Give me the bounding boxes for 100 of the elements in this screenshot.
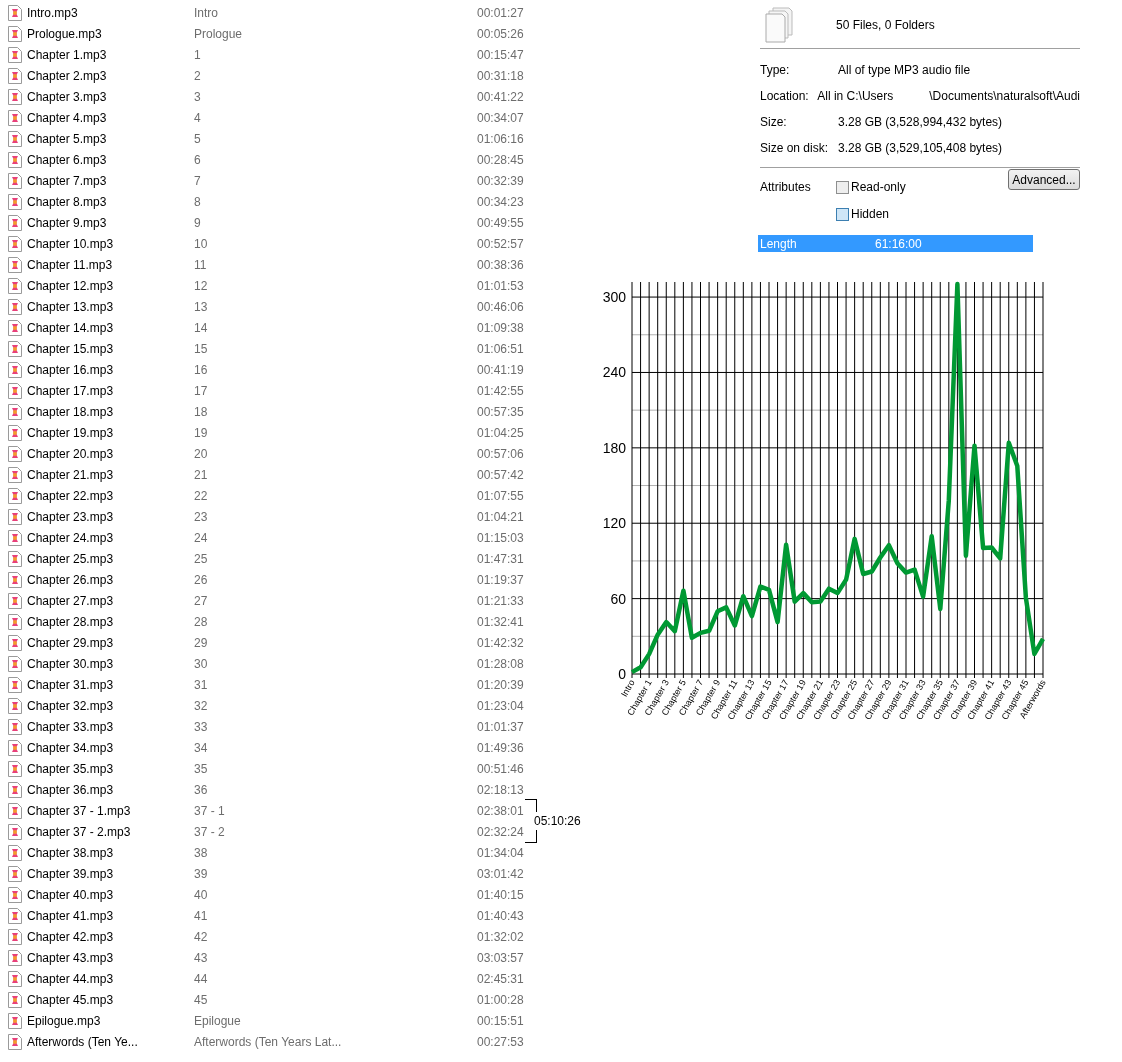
file-length: 01:06:51 — [477, 340, 524, 358]
length-value: 61:16:00 — [875, 235, 922, 253]
property-value: 3.28 GB (3,528,994,432 bytes) — [838, 114, 1003, 131]
file-title: 9 — [194, 214, 202, 232]
property-value: 3.28 GB (3,529,105,408 bytes) — [838, 140, 1003, 157]
audio-file-icon — [8, 844, 22, 861]
file-length: 01:32:02 — [477, 928, 524, 946]
file-name[interactable]: Chapter 35.mp3 — [27, 759, 194, 778]
file-length: 00:38:36 — [477, 256, 524, 274]
file-name[interactable]: Prologue.mp3 — [27, 24, 194, 43]
file-name[interactable]: Chapter 15.mp3 — [27, 339, 194, 358]
y-axis-label: 120 — [602, 515, 626, 532]
file-title: 25 — [194, 550, 209, 568]
file-name[interactable]: Chapter 23.mp3 — [27, 507, 194, 526]
file-title: 32 — [194, 697, 209, 715]
audio-file-icon — [8, 529, 22, 546]
file-name[interactable]: Chapter 20.mp3 — [27, 444, 194, 463]
file-length: 00:51:46 — [477, 760, 524, 778]
file-name[interactable]: Chapter 30.mp3 — [27, 654, 194, 673]
file-name[interactable]: Chapter 33.mp3 — [27, 717, 194, 736]
file-name[interactable]: Chapter 38.mp3 — [27, 843, 194, 862]
file-title: 23 — [194, 508, 209, 526]
file-length: 00:57:35 — [477, 403, 524, 421]
checkbox[interactable] — [836, 207, 849, 221]
file-name[interactable]: Chapter 36.mp3 — [27, 780, 194, 799]
file-name[interactable]: Chapter 7.mp3 — [27, 171, 194, 190]
file-name[interactable]: Chapter 3.mp3 — [27, 87, 194, 106]
audio-file-icon — [8, 25, 22, 42]
file-length: 01:01:53 — [477, 277, 524, 295]
checkbox[interactable] — [836, 180, 849, 194]
file-name[interactable]: Chapter 44.mp3 — [27, 969, 194, 988]
file-name[interactable]: Chapter 2.mp3 — [27, 66, 194, 85]
file-name[interactable]: Chapter 9.mp3 — [27, 213, 194, 232]
file-title: 38 — [194, 844, 209, 862]
advanced-button[interactable]: Advanced... — [1008, 169, 1080, 190]
file-name[interactable]: Chapter 26.mp3 — [27, 570, 194, 589]
file-length: 01:04:21 — [477, 508, 524, 526]
file-length: 01:04:25 — [477, 424, 524, 442]
file-name[interactable]: Chapter 34.mp3 — [27, 738, 194, 757]
audio-file-icon — [8, 382, 22, 399]
audio-file-icon — [8, 991, 22, 1008]
file-name[interactable]: Chapter 40.mp3 — [27, 885, 194, 904]
file-name[interactable]: Chapter 6.mp3 — [27, 150, 194, 169]
file-name[interactable]: Chapter 8.mp3 — [27, 192, 194, 211]
file-name[interactable]: Chapter 17.mp3 — [27, 381, 194, 400]
file-title: 17 — [194, 382, 209, 400]
audio-file-icon — [8, 130, 22, 147]
file-title: 34 — [194, 739, 209, 757]
file-length: 01:21:33 — [477, 592, 524, 610]
file-title: Intro — [194, 4, 219, 22]
audio-file-icon — [8, 907, 22, 924]
file-name[interactable]: Chapter 39.mp3 — [27, 864, 194, 883]
file-name[interactable]: Chapter 31.mp3 — [27, 675, 194, 694]
file-name[interactable]: Chapter 4.mp3 — [27, 108, 194, 127]
file-name[interactable]: Epilogue.mp3 — [27, 1011, 194, 1030]
file-name[interactable]: Intro.mp3 — [27, 3, 194, 22]
file-name[interactable]: Chapter 22.mp3 — [27, 486, 194, 505]
file-name[interactable]: Chapter 10.mp3 — [27, 234, 194, 253]
file-name[interactable]: Chapter 11.mp3 — [27, 255, 194, 274]
file-title: 22 — [194, 487, 209, 505]
file-name[interactable]: Chapter 14.mp3 — [27, 318, 194, 337]
file-title: 45 — [194, 991, 209, 1009]
file-length: 00:28:45 — [477, 151, 524, 169]
file-name[interactable]: Chapter 21.mp3 — [27, 465, 194, 484]
file-name[interactable]: Chapter 37 - 2.mp3 — [27, 822, 194, 841]
audio-file-icon — [8, 88, 22, 105]
file-title: 24 — [194, 529, 209, 547]
file-name[interactable]: Chapter 13.mp3 — [27, 297, 194, 316]
audio-file-icon — [8, 550, 22, 567]
audio-file-icon — [8, 340, 22, 357]
file-name[interactable]: Chapter 43.mp3 — [27, 948, 194, 967]
file-name[interactable]: Chapter 5.mp3 — [27, 129, 194, 148]
y-axis-label: 60 — [610, 590, 626, 607]
file-name[interactable]: Chapter 18.mp3 — [27, 402, 194, 421]
file-title: 21 — [194, 466, 209, 484]
audio-file-icon — [8, 802, 22, 819]
file-name[interactable]: Chapter 37 - 1.mp3 — [27, 801, 194, 820]
file-name[interactable]: Chapter 45.mp3 — [27, 990, 194, 1009]
file-title: 18 — [194, 403, 209, 421]
file-title: 6 — [194, 151, 202, 169]
file-name[interactable]: Chapter 12.mp3 — [27, 276, 194, 295]
file-name[interactable]: Chapter 28.mp3 — [27, 612, 194, 631]
file-name[interactable]: Chapter 29.mp3 — [27, 633, 194, 652]
file-name[interactable]: Chapter 42.mp3 — [27, 927, 194, 946]
audio-file-icon — [8, 445, 22, 462]
file-name[interactable]: Chapter 41.mp3 — [27, 906, 194, 925]
audio-file-icon — [8, 865, 22, 882]
file-name[interactable]: Chapter 19.mp3 — [27, 423, 194, 442]
file-name[interactable]: Afterwords (Ten Ye... — [27, 1032, 194, 1051]
file-name[interactable]: Chapter 1.mp3 — [27, 45, 194, 64]
file-title: 36 — [194, 781, 209, 799]
file-name[interactable]: Chapter 16.mp3 — [27, 360, 194, 379]
y-axis-label: 0 — [618, 666, 626, 682]
file-name[interactable]: Chapter 24.mp3 — [27, 528, 194, 547]
file-name[interactable]: Chapter 27.mp3 — [27, 591, 194, 610]
audio-file-icon — [8, 949, 22, 966]
file-title: 31 — [194, 676, 209, 694]
file-name[interactable]: Chapter 25.mp3 — [27, 549, 194, 568]
audio-file-icon — [8, 466, 22, 483]
file-name[interactable]: Chapter 32.mp3 — [27, 696, 194, 715]
